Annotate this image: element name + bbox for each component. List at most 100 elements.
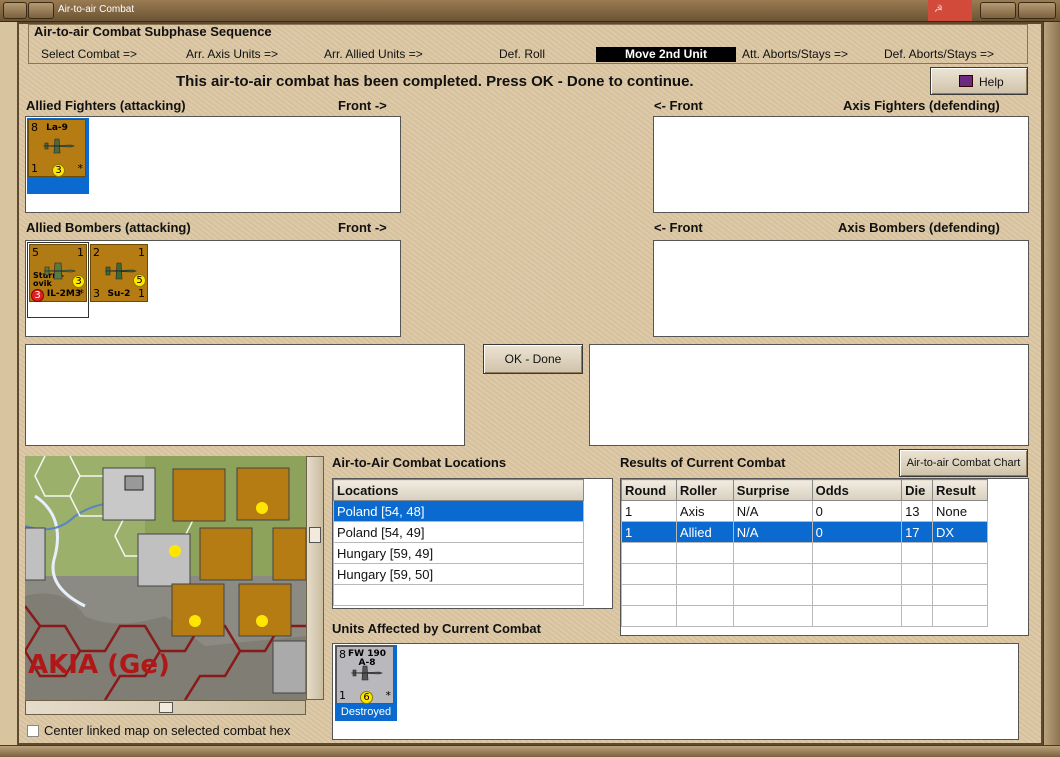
map-region-label: AKIA (Ge): [28, 650, 170, 680]
map-hscroll-thumb[interactable]: [159, 702, 173, 713]
results-row[interactable]: 1 Axis N/A 0 13 None: [621, 500, 988, 522]
cell-die: 13: [901, 500, 934, 522]
fighter-plane-icon: [42, 138, 75, 154]
unit-slot-fw190[interactable]: 8 FW 190 A-8 1 6 * Destroyed: [335, 645, 397, 721]
col-surprise: Surprise: [732, 479, 813, 501]
results-table: Round Roller Surprise Odds Die Result 1 …: [621, 479, 988, 627]
window-title: Air-to-air Combat: [58, 4, 135, 15]
counter-star: *: [78, 287, 85, 300]
counter-star: *: [77, 162, 84, 175]
allied-fighters-title: Allied Fighters (attacking): [26, 98, 186, 113]
allied-fighters-front: Front ->: [338, 98, 387, 113]
restore-button[interactable]: [1018, 2, 1056, 19]
maximize-button[interactable]: [980, 2, 1016, 19]
combat-chart-button[interactable]: Air-to-air Combat Chart: [899, 449, 1028, 477]
counter-speed-dot: 3: [52, 164, 65, 177]
cell-result: DX: [932, 521, 988, 543]
results-row-empty: [621, 584, 988, 606]
cell-roller: Allied: [675, 521, 734, 543]
unit-counter-il2m3[interactable]: 5 1 Sturm-ovik 3 3 IL-2M3 *: [29, 244, 87, 302]
close-button[interactable]: ☭: [928, 0, 972, 21]
map-vertical-scrollbar[interactable]: [306, 456, 324, 700]
locations-table: Locations Poland [54, 48] Poland [54, 49…: [333, 479, 584, 606]
unit-counter-la9[interactable]: 8 La-9 1 3 *: [28, 119, 86, 177]
title-bar: Air-to-air Combat ☭: [0, 0, 1060, 22]
help-label: Help: [979, 75, 1004, 89]
results-title: Results of Current Combat: [620, 455, 786, 470]
allied-bombers-title: Allied Bombers (attacking): [26, 220, 191, 235]
map-horizontal-scrollbar[interactable]: [25, 700, 306, 715]
bomber-plane-icon: [104, 262, 137, 280]
location-row[interactable]: Poland [54, 48]: [333, 500, 584, 522]
locations-list[interactable]: Locations Poland [54, 48] Poland [54, 49…: [332, 478, 613, 609]
status-message: This air-to-air combat has been complete…: [176, 73, 694, 90]
axis-bombers-panel[interactable]: [653, 240, 1029, 337]
system-menu-button[interactable]: [3, 2, 27, 19]
axis-bombers-front: <- Front: [654, 220, 703, 235]
counter-bomb: 1: [138, 287, 145, 300]
cell-result: None: [932, 500, 988, 522]
axis-fighters-title: Axis Fighters (defending): [843, 98, 1000, 113]
counter-air-attack: 8: [339, 648, 346, 661]
counter-air-attack: 2: [93, 246, 100, 259]
results-list[interactable]: Round Roller Surprise Odds Die Result 1 …: [620, 478, 1029, 636]
minimize-button[interactable]: [28, 2, 54, 19]
results-row[interactable]: 1 Allied N/A 0 17 DX: [621, 521, 988, 543]
counter-range: 1: [339, 689, 346, 702]
ok-done-button[interactable]: OK - Done: [483, 344, 583, 374]
axis-fighters-front: <- Front: [654, 98, 703, 113]
axis-message-panel: [589, 344, 1029, 446]
bomber-plane-icon: [43, 262, 76, 280]
counter-speed-dot: 5: [133, 274, 146, 287]
axis-bombers-title: Axis Bombers (defending): [838, 220, 1000, 235]
allied-bombers-front: Front ->: [338, 220, 387, 235]
locations-header: Locations: [333, 479, 584, 501]
col-die: Die: [901, 479, 934, 501]
seq-step-select-combat: Select Combat =>: [41, 47, 138, 61]
counter-defense: 1: [138, 246, 145, 259]
results-row-empty: [621, 563, 988, 585]
counter-range: 1: [31, 162, 38, 175]
unit-counter-fw190[interactable]: 8 FW 190 A-8 1 6 *: [336, 646, 394, 704]
unit-counter-su2[interactable]: 2 1 5 3 Su-2 1: [90, 244, 148, 302]
center-map-label: Center linked map on selected combat hex: [44, 723, 291, 738]
center-map-checkbox[interactable]: [27, 725, 39, 737]
cell-odds: 0: [811, 521, 903, 543]
seq-step-arr-allied: Arr. Allied Units =>: [324, 47, 423, 61]
sequence-title: Air-to-air Combat Subphase Sequence: [34, 24, 272, 39]
location-row[interactable]: Hungary [59, 50]: [333, 563, 584, 585]
map-vscroll-thumb[interactable]: [309, 527, 321, 543]
counter-star: *: [385, 689, 392, 702]
unit-slot-il2[interactable]: 5 1 Sturm-ovik 3 3 IL-2M3 *: [27, 242, 89, 318]
location-row-empty: [333, 584, 584, 606]
fighter-plane-icon: [350, 665, 383, 681]
linked-map[interactable]: AKIA (Ge): [25, 456, 306, 700]
close-icon: ☭: [934, 4, 943, 15]
cell-roller: Axis: [675, 500, 734, 522]
allied-message-panel: [25, 344, 465, 446]
counter-defense: 1: [77, 246, 84, 259]
window-bottom-edge: [0, 745, 1060, 757]
affected-units-panel[interactable]: [332, 643, 1019, 740]
help-book-icon: [959, 75, 973, 87]
unit-slot-la9[interactable]: 8 La-9 1 3 *: [27, 118, 89, 194]
window-right-edge: [1043, 22, 1060, 757]
seq-step-active: Move 2nd Unit: [596, 47, 736, 62]
seq-step-arr-axis: Arr. Axis Units =>: [186, 47, 279, 61]
results-row-empty: [621, 542, 988, 564]
help-button[interactable]: Help: [930, 67, 1028, 95]
counter-name: La-9: [46, 123, 68, 133]
cell-round: 1: [621, 500, 677, 522]
col-round: Round: [621, 479, 677, 501]
location-row[interactable]: Hungary [59, 49]: [333, 542, 584, 564]
col-result: Result: [932, 479, 988, 501]
col-odds: Odds: [811, 479, 903, 501]
seq-step-att-aborts: Att. Aborts/Stays =>: [742, 47, 849, 61]
cell-odds: 0: [811, 500, 903, 522]
axis-fighters-panel[interactable]: [653, 116, 1029, 213]
seq-step-def-roll: Def. Roll: [499, 47, 546, 61]
affected-title: Units Affected by Current Combat: [332, 621, 541, 636]
col-roller: Roller: [675, 479, 734, 501]
counter-air-attack: 5: [32, 246, 39, 259]
location-row[interactable]: Poland [54, 49]: [333, 521, 584, 543]
